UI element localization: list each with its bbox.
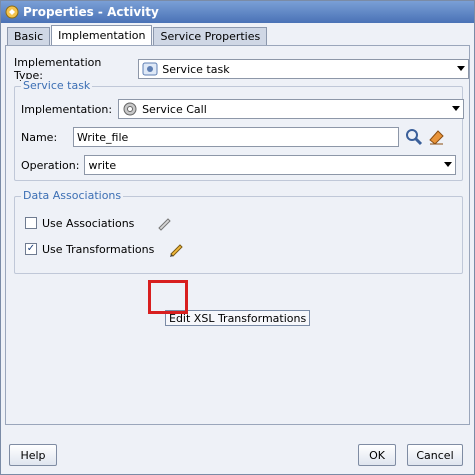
pencil-icon[interactable] [168,241,184,257]
name-row: Name: Write_file [21,127,445,147]
cancel-button[interactable]: Cancel [407,444,463,466]
app-icon [5,5,19,19]
data-associations-group-title: Data Associations [21,189,124,202]
name-value: Write_file [77,130,129,144]
properties-dialog: Properties - Activity Basic Implementati… [0,0,475,475]
operation-row: Operation: write [21,155,457,175]
use-transformations-row: ✓ Use Transformations [25,241,184,257]
operation-label: Operation: [21,158,80,172]
gear-icon [123,102,137,116]
service-task-icon [142,62,158,76]
title-bar: Properties - Activity [1,1,474,23]
data-associations-group: Data Associations Use Associations ✓ Use… [14,189,463,274]
window-title: Properties - Activity [23,5,159,19]
use-associations-row: Use Associations [25,215,172,231]
tab-basic[interactable]: Basic [7,27,51,45]
chevron-down-icon [444,162,453,167]
pencil-icon[interactable] [156,215,172,231]
use-transformations-label: Use Transformations [42,242,155,256]
chevron-down-icon [452,106,461,111]
operation-select[interactable]: write [84,155,457,175]
implementation-panel: Implementation Type: Service task Servic… [5,45,470,425]
implementation-select[interactable]: Service Call [118,99,465,119]
use-associations-label: Use Associations [42,216,135,230]
implementation-row: Implementation: Service Call [21,99,465,119]
help-button[interactable]: Help [9,444,57,466]
chevron-down-icon [457,66,465,71]
name-label: Name: [21,130,58,144]
use-associations-checkbox[interactable] [25,217,37,229]
implementation-type-value: Service task [162,62,230,76]
implementation-value: Service Call [142,102,207,116]
search-icon[interactable] [405,128,423,146]
service-task-group: Service task Implementation: Service Cal… [14,79,465,181]
eraser-icon[interactable] [427,128,445,146]
highlight-box [148,280,188,314]
use-transformations-checkbox[interactable]: ✓ [25,243,37,255]
tab-service-properties[interactable]: Service Properties [153,27,268,45]
tab-implementation[interactable]: Implementation [51,25,153,45]
ok-button[interactable]: OK [358,444,396,466]
service-task-group-title: Service task [21,79,93,92]
operation-value: write [88,158,117,172]
implementation-label: Implementation: [21,102,113,116]
name-field[interactable]: Write_file [73,127,399,147]
tab-bar: Basic Implementation Service Properties [7,25,268,45]
implementation-type-select[interactable]: Service task [138,59,469,79]
